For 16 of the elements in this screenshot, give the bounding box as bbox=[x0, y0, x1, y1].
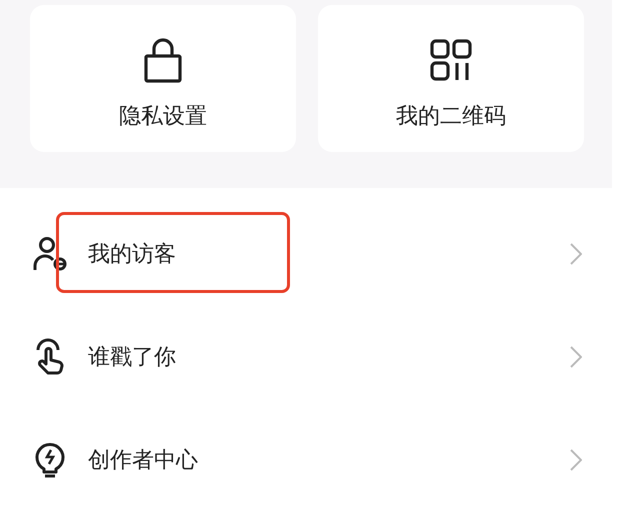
chevron-right-icon bbox=[570, 346, 582, 368]
menu-item[interactable]: 我的访客 bbox=[0, 202, 622, 305]
grid-icon bbox=[430, 37, 472, 83]
menu-item[interactable]: 谁戳了你 bbox=[0, 305, 622, 408]
shortcut-card[interactable]: 隐私设置 bbox=[30, 5, 296, 152]
menu-item[interactable]: 创作者中心 bbox=[0, 408, 622, 511]
menu-label: 谁戳了你 bbox=[88, 344, 177, 372]
menu-label: 创作者中心 bbox=[88, 446, 199, 474]
shortcut-label: 隐私设置 bbox=[119, 103, 207, 131]
menu-label: 我的访客 bbox=[88, 240, 177, 268]
shortcut-card[interactable]: 我的二维码 bbox=[318, 5, 584, 152]
person-icon bbox=[32, 236, 68, 272]
chevron-right-icon bbox=[570, 242, 582, 264]
shortcut-label: 我的二维码 bbox=[396, 103, 506, 131]
chevron-right-icon bbox=[570, 448, 582, 470]
lock-icon bbox=[143, 37, 183, 83]
